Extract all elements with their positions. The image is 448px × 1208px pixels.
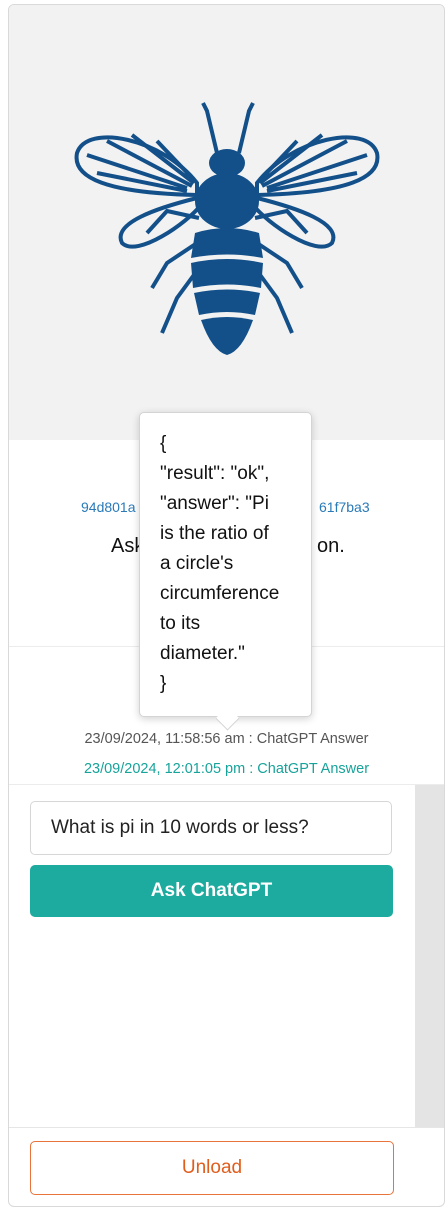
tooltip-line: "answer": "Pi [160, 493, 269, 514]
ask-chatgpt-button[interactable]: Ask ChatGPT [30, 865, 393, 917]
log-entry[interactable]: 23/09/2024, 11:58:56 am : ChatGPT Answer [9, 731, 444, 747]
instruction-end: on. [317, 535, 345, 557]
tooltip-line: { [160, 433, 167, 454]
tooltip-line: } [160, 673, 167, 694]
item-id-start[interactable]: 94d801a [81, 499, 136, 515]
bee-icon [74, 101, 379, 355]
tooltip-line: a circle's [160, 553, 234, 574]
tooltip-line: "result": "ok", [160, 463, 270, 484]
logo-area [9, 5, 444, 440]
tooltip-line: is the ratio of [160, 523, 269, 544]
divider [9, 1127, 444, 1128]
answer-tooltip: { "result": "ok", "answer": "Pi is the r… [139, 412, 312, 717]
unload-button[interactable]: Unload [30, 1141, 394, 1195]
item-id-end[interactable]: 61f7ba3 [319, 499, 370, 515]
divider [9, 784, 444, 785]
question-input[interactable]: What is pi in 10 words or less? [30, 801, 392, 855]
tooltip-line: circumference [160, 583, 280, 604]
log-entry-active[interactable]: 23/09/2024, 12:01:05 pm : ChatGPT Answer [9, 761, 444, 777]
tooltip-line: to its [160, 613, 201, 634]
tooltip-line: diameter." [160, 643, 245, 664]
scrollbar[interactable] [415, 785, 444, 1128]
